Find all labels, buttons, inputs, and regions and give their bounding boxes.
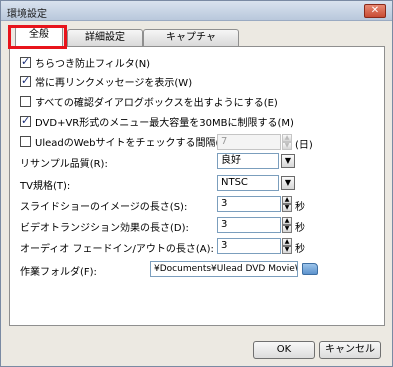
spin-up-icon[interactable]: ▲ <box>282 196 292 204</box>
audio-fade-length-input[interactable]: 3 <box>217 238 281 254</box>
tab-capture[interactable]: キャプチャ <box>143 29 239 46</box>
settings-dialog: 環境設定 ✕ 全般 詳細設定 キャプチャ ちらつき防止フィルタ(N) 常に再リン… <box>0 0 393 367</box>
transition-length-input[interactable]: 3 <box>217 217 281 233</box>
relink-message-label: 常に再リンクメッセージを表示(W) <box>35 78 193 89</box>
check-row-flicker[interactable]: ちらつき防止フィルタ(N) <box>20 55 150 70</box>
tv-standard-select[interactable]: NTSC <box>217 175 279 191</box>
spin-down-icon[interactable]: ▼ <box>282 225 292 233</box>
relink-message-checkbox[interactable] <box>20 74 31 87</box>
flicker-filter-checkbox[interactable] <box>20 55 31 68</box>
tv-standard-dropdown-icon[interactable]: ▼ <box>281 176 295 190</box>
tab-advanced[interactable]: 詳細設定 <box>67 29 143 46</box>
confirm-dialogs-checkbox[interactable] <box>20 96 31 107</box>
audio-fade-label: オーディオ フェードイン/アウトの長さ(A): <box>20 244 214 255</box>
slideshow-label: スライドショーのイメージの長さ(S): <box>20 202 188 213</box>
confirm-dialogs-label: すべての確認ダイアログボックスを出すようにする(E) <box>35 98 278 109</box>
title-bar[interactable]: 環境設定 ✕ <box>1 1 392 21</box>
slideshow-unit: 秒 <box>295 202 305 213</box>
web-interval-input[interactable]: 7 <box>217 134 281 150</box>
spin-up-icon[interactable]: ▲ <box>282 238 292 246</box>
web-check-checkbox[interactable] <box>20 136 31 147</box>
folder-icon[interactable] <box>302 263 318 275</box>
ok-button[interactable]: OK <box>253 341 315 359</box>
transition-label: ビデオトランジション効果の長さ(D): <box>20 223 189 234</box>
spin-down-icon[interactable]: ▼ <box>282 246 292 254</box>
flicker-filter-label: ちらつき防止フィルタ(N) <box>35 59 151 70</box>
check-row-confirm[interactable]: すべての確認ダイアログボックスを出すようにする(E) <box>20 94 278 109</box>
transition-spinner[interactable]: ▲ ▼ <box>282 217 292 233</box>
tab-highlight-box <box>8 25 67 49</box>
resample-dropdown-icon[interactable]: ▼ <box>281 154 295 168</box>
check-row-relink[interactable]: 常に再リンクメッセージを表示(W) <box>20 74 192 89</box>
spin-down-icon[interactable]: ▼ <box>282 204 292 212</box>
slideshow-length-input[interactable]: 3 <box>217 196 281 212</box>
audio-fade-spinner[interactable]: ▲ ▼ <box>282 238 292 254</box>
cancel-button[interactable]: キャンセル <box>319 341 381 359</box>
work-folder-label: 作業フォルダ(F): <box>20 267 97 278</box>
web-interval-spinner[interactable]: ▲ ▼ <box>282 134 292 150</box>
web-check-label: UleadのWebサイトをチェックする間隔(C): <box>35 138 234 149</box>
spin-up-icon[interactable]: ▲ <box>282 134 292 142</box>
web-interval-unit: (日) <box>295 140 313 151</box>
transition-unit: 秒 <box>295 223 305 234</box>
spin-down-icon[interactable]: ▼ <box>282 142 292 150</box>
audio-fade-unit: 秒 <box>295 244 305 255</box>
general-panel: ちらつき防止フィルタ(N) 常に再リンクメッセージを表示(W) すべての確認ダイ… <box>9 46 385 326</box>
close-button[interactable]: ✕ <box>364 4 386 18</box>
check-row-dvdvr[interactable]: DVD+VR形式のメニュー最大容量を30MBに制限する(M) <box>20 114 294 129</box>
tv-standard-label: TV規格(T): <box>20 181 71 192</box>
check-row-web[interactable]: UleadのWebサイトをチェックする間隔(C): <box>20 134 234 149</box>
resample-label: リサンプル品質(R): <box>20 159 108 170</box>
spin-up-icon[interactable]: ▲ <box>282 217 292 225</box>
window-title: 環境設定 <box>7 9 47 20</box>
dvdvr-limit-label: DVD+VR形式のメニュー最大容量を30MBに制限する(M) <box>35 118 294 129</box>
slideshow-spinner[interactable]: ▲ ▼ <box>282 196 292 212</box>
dvdvr-limit-checkbox[interactable] <box>20 114 31 127</box>
work-folder-input[interactable]: ¥Documents¥Ulead DVD MovieWriter¥5.3 <box>150 261 298 277</box>
resample-select[interactable]: 良好 <box>217 153 279 169</box>
